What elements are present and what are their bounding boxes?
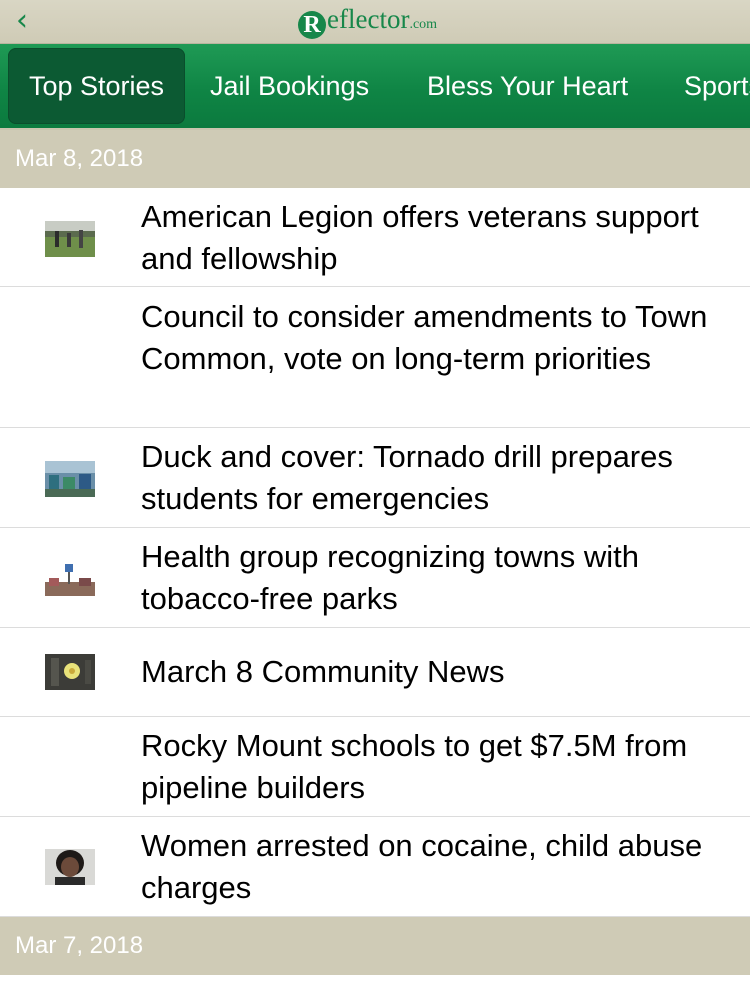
story-title: Duck and cover: Tornado drill prepares s…	[141, 439, 673, 516]
date-header: Mar 7, 2018	[0, 917, 750, 975]
story-row[interactable]: Health group recognizing towns with toba…	[0, 528, 750, 628]
logo-word: eflector	[327, 4, 410, 34]
classroom-photo-thumbnail	[45, 461, 95, 497]
field-photo-thumbnail	[45, 221, 95, 257]
chevron-left-icon: ‹	[16, 3, 28, 38]
section-tab-bar: Top Stories Jail Bookings Bless Your Hea…	[0, 44, 750, 130]
story-title: American Legion offers veterans support …	[141, 199, 699, 276]
mugshot-photo-thumbnail	[45, 849, 95, 885]
story-row[interactable]: American Legion offers veterans support …	[0, 188, 750, 287]
tab-top-stories[interactable]: Top Stories	[8, 48, 185, 124]
tab-sports[interactable]: Sports	[684, 48, 750, 124]
story-title: March 8 Community News	[141, 654, 505, 689]
logo-letter: R	[298, 11, 326, 39]
tab-jail-bookings[interactable]: Jail Bookings	[210, 48, 369, 124]
tab-bless-your-heart[interactable]: Bless Your Heart	[427, 48, 628, 124]
story-row[interactable]: Rocky Mount schools to get $7.5M from pi…	[0, 717, 750, 817]
logo-suffix: .com	[409, 17, 438, 32]
story-row[interactable]: March 8 Community News	[0, 628, 750, 717]
date-header: Mar 8, 2018	[0, 130, 750, 188]
story-row[interactable]: Duck and cover: Tornado drill prepares s…	[0, 428, 750, 528]
story-title: Council to consider amendments to Town C…	[141, 299, 708, 376]
top-bar: ‹ R eflector .com	[0, 0, 750, 44]
back-button[interactable]: ‹	[8, 4, 36, 38]
list-continuation	[0, 975, 750, 1000]
flower-photo-thumbnail	[45, 654, 95, 690]
reflector-logo: R eflector .com	[298, 4, 437, 40]
story-title: Women arrested on cocaine, child abuse c…	[141, 828, 703, 905]
story-title: Health group recognizing towns with toba…	[141, 539, 639, 616]
park-sign-photo-thumbnail	[45, 560, 95, 596]
story-row[interactable]: Council to consider amendments to Town C…	[0, 287, 750, 428]
story-title: Rocky Mount schools to get $7.5M from pi…	[141, 728, 688, 805]
story-row[interactable]: Women arrested on cocaine, child abuse c…	[0, 817, 750, 917]
